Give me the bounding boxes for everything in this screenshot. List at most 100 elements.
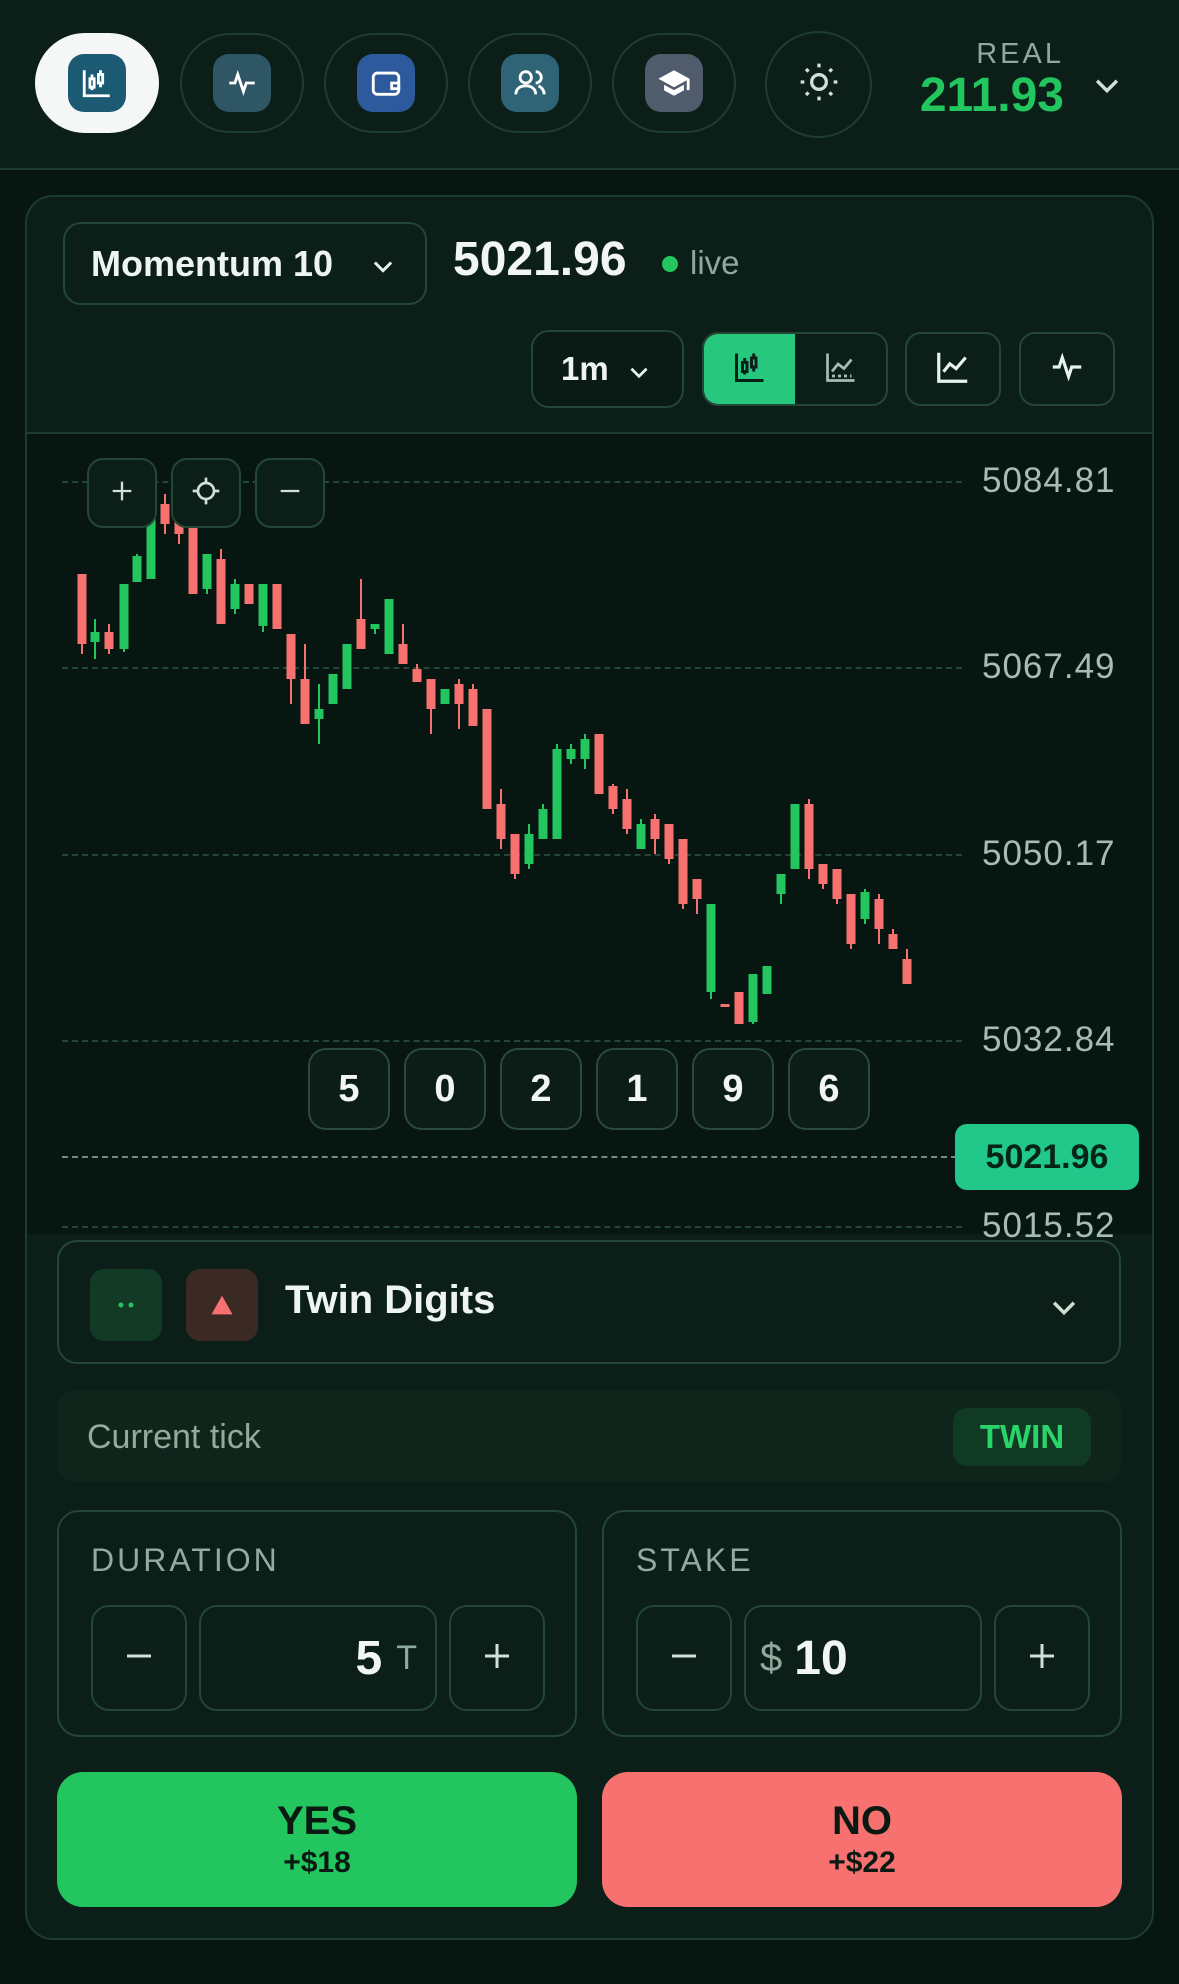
y-axis-label: 5032.84 [982,1020,1116,1059]
candle-body [832,869,842,899]
nav-pulse-button[interactable] [180,33,304,133]
y-axis-label: 5050.17 [982,834,1116,873]
candle-body [860,892,870,919]
nav-users-button[interactable] [468,33,592,133]
y-axis-label: 5084.81 [982,461,1116,500]
last-digit: 6 [788,1048,870,1130]
yes-payout: +$18 [283,1846,351,1879]
buy-yes-button[interactable]: YES +$18 [57,1772,577,1907]
zoom-out-button[interactable] [255,458,325,528]
contract-type-name: Twin Digits [285,1278,496,1322]
candlestick-icon [732,349,768,390]
current-tick-row: Current tick TWIN [57,1390,1121,1482]
minus-icon [666,1638,702,1679]
area-chart-icon [823,349,859,390]
chevron-down-icon [1052,1301,1076,1316]
candle-body [300,679,310,724]
current-price-tag: 5021.96 [955,1124,1139,1190]
duration-increase-button[interactable] [449,1605,545,1711]
plus-icon [108,477,136,510]
sun-icon [797,60,841,109]
last-digit: 9 [692,1048,774,1130]
symbol-name: Momentum 10 [91,242,334,284]
nav-learn-button[interactable] [612,33,736,133]
price-chart[interactable]: 5084.81 5067.49 5050.17 5032.84 5015.52 … [27,434,1152,1245]
digits-icon [90,1269,162,1341]
y-axis-label: 5067.49 [982,647,1116,686]
yes-label: YES [276,1799,358,1843]
stake-box: STAKE $ 10 [602,1510,1122,1737]
plus-icon [479,1638,515,1679]
candlestick-mode-button[interactable] [704,334,795,404]
candle-body [692,879,702,899]
candle-body [636,824,646,849]
chevron-down-icon [373,261,393,273]
triangle-up-icon [186,1269,258,1341]
stake-decrease-button[interactable] [636,1605,732,1711]
account-balance[interactable]: 211.93 [880,68,1064,123]
zoom-in-button[interactable] [87,458,157,528]
candle-body [272,584,282,629]
candle-body [230,584,240,609]
candle-body [608,786,618,809]
indicator-button[interactable] [1019,332,1115,406]
candle-body [874,899,884,929]
candle-body [538,809,548,839]
candle-body [119,584,129,649]
area-mode-button[interactable] [795,334,886,404]
symbol-select[interactable]: Momentum 10 [63,222,427,305]
contract-type-select[interactable]: Twin Digits [57,1240,1121,1364]
duration-decrease-button[interactable] [91,1605,187,1711]
candle-body [622,799,632,829]
candle-body [370,624,380,629]
candle-body [77,574,87,644]
stake-input[interactable]: $ 10 [744,1605,982,1711]
live-indicator-dot [662,256,678,272]
theme-toggle-button[interactable] [765,31,872,138]
candle-body [566,749,576,759]
candle-body [720,1004,730,1007]
account-type-label: REAL [976,38,1064,70]
candle-body [398,644,408,664]
candle-body [902,959,912,984]
nav-chart-button[interactable] [35,33,159,133]
buy-no-button[interactable]: NO +$22 [602,1772,1122,1907]
candle-body [468,689,478,726]
line-chart-button[interactable] [905,332,1001,406]
account-switcher-chevron-icon[interactable] [1090,68,1124,102]
chart-icon [68,54,126,112]
no-label: NO [832,1799,892,1843]
duration-input[interactable]: 5 T [199,1605,437,1711]
candle-body [412,669,422,682]
candle-body [216,559,226,624]
top-bar: REAL 211.93 [0,0,1179,170]
candle-body [286,634,296,679]
candle-body [734,992,744,1024]
recenter-button[interactable] [171,458,241,528]
candle-body [356,619,366,649]
pulse-icon [213,54,271,112]
candle-body [188,524,198,594]
candle-body [454,684,464,704]
candle-body [762,966,772,994]
timeframe-select[interactable]: 1m [531,330,684,408]
stake-currency: $ [760,1635,783,1680]
candle-body [818,864,828,884]
duration-title: DURATION [91,1542,280,1578]
candle-body [552,749,562,839]
timeframe-value: 1m [561,350,609,387]
live-status: live [690,244,740,281]
candle-body [104,632,114,649]
candle-body [510,834,520,874]
nav-wallet-button[interactable] [324,33,448,133]
duration-unit: T [396,1638,417,1677]
stake-title: STAKE [636,1542,754,1578]
candle-body [790,804,800,869]
stake-increase-button[interactable] [994,1605,1090,1711]
current-price-line [62,1156,977,1158]
candle-body [664,824,674,859]
candle-body [650,819,660,839]
candle-body [524,834,534,864]
candle-body [804,804,814,869]
candle-body [426,679,436,709]
